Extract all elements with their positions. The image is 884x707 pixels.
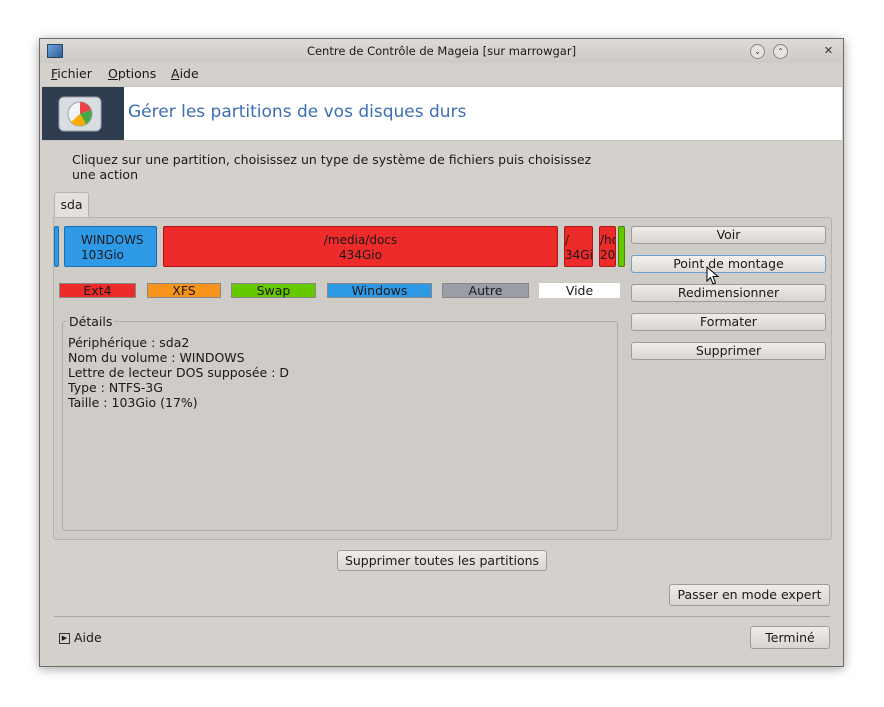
- page-title: Gérer les partitions de vos disques durs: [128, 102, 467, 122]
- view-button[interactable]: Voir: [631, 226, 826, 244]
- title-bar[interactable]: Centre de Contrôle de Mageia [sur marrow…: [40, 39, 843, 63]
- menu-fichier-label: ichier: [57, 66, 92, 81]
- partition-size: 34Gio: [565, 248, 593, 262]
- tab-sda[interactable]: sda: [54, 192, 89, 219]
- menu-aide[interactable]: Aide: [171, 66, 199, 81]
- detail-volume-name: Nom du volume : WINDOWS: [68, 350, 245, 365]
- done-button[interactable]: Terminé: [750, 626, 830, 649]
- legend-swap: Swap: [231, 283, 316, 298]
- mount-point-button[interactable]: Point de montage: [631, 255, 826, 273]
- partition-swap[interactable]: [618, 226, 625, 267]
- legend-xfs: XFS: [147, 283, 221, 298]
- expert-mode-button[interactable]: Passer en mode expert: [669, 584, 830, 606]
- separator: [54, 616, 830, 617]
- window-title: Centre de Contrôle de Mageia [sur marrow…: [306, 44, 577, 58]
- minimize-icon[interactable]: ⌄: [750, 44, 765, 59]
- menu-options[interactable]: Options: [108, 66, 156, 81]
- legend-vide: Vide: [539, 283, 620, 298]
- menu-bar: Fichier Options Aide: [40, 63, 843, 85]
- header-banner: Gérer les partitions de vos disques durs: [42, 86, 842, 141]
- partition-bar: WINDOWS 103Gio /media/docs 434Gio / 34Gi…: [54, 224, 654, 270]
- detail-type: Type : NTFS-3G: [68, 380, 163, 395]
- instructions-text: Cliquez sur une partition, choisissez un…: [72, 152, 592, 182]
- partition-name: /: [565, 233, 570, 247]
- hard-disk-icon: [42, 87, 124, 140]
- menu-options-accel: O: [108, 66, 118, 81]
- partition-media-docs[interactable]: /media/docs 434Gio: [163, 226, 558, 267]
- help-label: Aide: [74, 630, 102, 645]
- close-icon[interactable]: ✕: [822, 44, 835, 57]
- detail-device: Périphérique : sda2: [68, 335, 190, 350]
- legend-ext4: Ext4: [59, 283, 136, 298]
- menu-fichier[interactable]: Fichier: [51, 66, 92, 81]
- partition-size: 103Gio: [81, 248, 124, 262]
- detail-size: Taille : 103Gio (17%): [68, 395, 198, 410]
- mouse-cursor-icon: [706, 266, 720, 285]
- partition-name: WINDOWS: [81, 233, 144, 247]
- delete-all-partitions-button[interactable]: Supprimer toutes les partitions: [337, 550, 547, 571]
- partition-sliver[interactable]: [54, 226, 59, 267]
- details-body: Périphérique : sda2 Nom du volume : WIND…: [68, 335, 289, 410]
- partition-home[interactable]: /ho 20: [599, 226, 616, 267]
- details-title: Détails: [67, 314, 115, 329]
- delete-button[interactable]: Supprimer: [631, 342, 826, 360]
- menu-aide-label: ide: [179, 66, 199, 81]
- detail-dos-letter: Lettre de lecteur DOS supposée : D: [68, 365, 290, 380]
- partition-windows[interactable]: WINDOWS 103Gio: [64, 226, 157, 267]
- partition-name: /ho: [600, 233, 615, 247]
- legend-autre: Autre: [442, 283, 529, 298]
- help-toggle[interactable]: ▶ Aide: [59, 630, 102, 645]
- partition-size: 434Gio: [339, 248, 382, 262]
- maximize-icon[interactable]: ⌃: [773, 44, 788, 59]
- expand-arrow-icon: ▶: [59, 633, 70, 644]
- menu-aide-accel: A: [171, 66, 180, 81]
- legend-windows: Windows: [327, 283, 432, 298]
- format-button[interactable]: Formater: [631, 313, 826, 331]
- resize-button[interactable]: Redimensionner: [631, 284, 826, 302]
- partition-size: 20: [600, 248, 616, 262]
- menu-options-label: ptions: [117, 66, 157, 81]
- details-box: Détails Périphérique : sda2 Nom du volum…: [62, 314, 618, 531]
- main-window: Centre de Contrôle de Mageia [sur marrow…: [39, 38, 844, 667]
- partition-root[interactable]: / 34Gio: [564, 226, 593, 267]
- partition-name: /media/docs: [323, 233, 398, 247]
